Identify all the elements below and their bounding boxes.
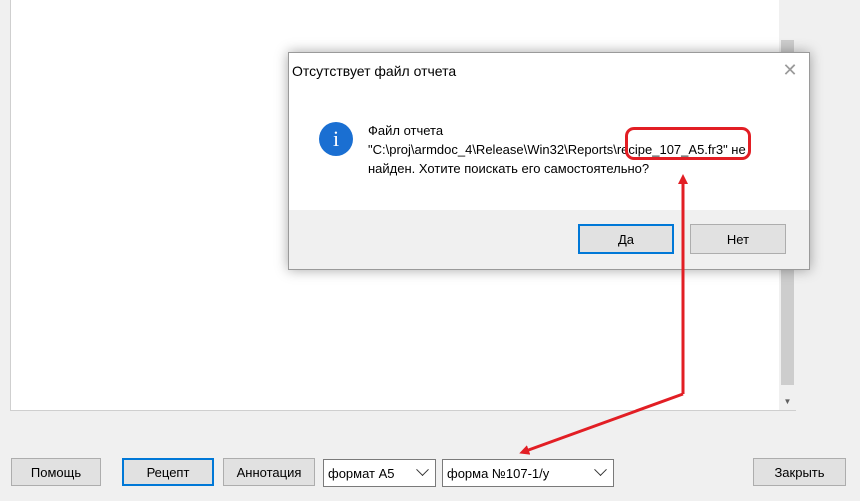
chevron-down-icon [416,463,429,477]
form-select-value: форма №107-1/у [447,465,550,481]
dialog-footer: Да Нет [289,210,809,269]
format-select[interactable]: формат А5 [323,459,436,487]
help-button[interactable]: Помощь [11,458,101,486]
recipe-button[interactable]: Рецепт [122,458,214,486]
yes-button[interactable]: Да [578,224,674,254]
info-icon: i [319,122,353,156]
annotation-button[interactable]: Аннотация [223,458,315,486]
close-button[interactable]: Закрыть [753,458,846,486]
scroll-down-icon[interactable]: ▼ [779,393,796,410]
filename-highlight-box [625,127,751,160]
dialog-title: Отсутствует файл отчета [292,62,457,79]
form-select[interactable]: форма №107-1/у [442,459,614,487]
message-line-3: найден. Хотите поискать его самостоятель… [368,161,650,176]
format-select-value: формат А5 [328,465,395,481]
missing-report-dialog: Отсутствует файл отчета ✕ i Файл отчета … [288,52,810,270]
no-button[interactable]: Нет [690,224,786,254]
dialog-titlebar: Отсутствует файл отчета ✕ [289,53,809,88]
chevron-down-icon [594,463,607,477]
close-icon[interactable]: ✕ [781,61,799,79]
